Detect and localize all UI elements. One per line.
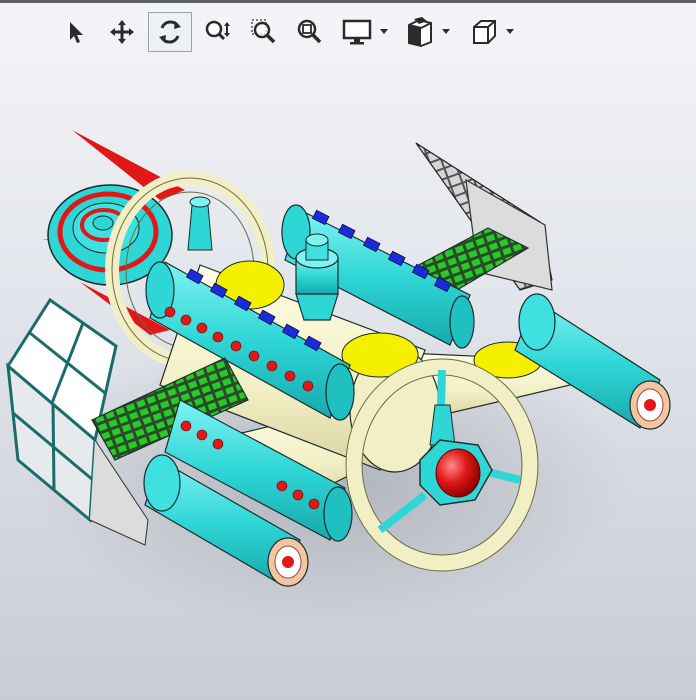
- zoom-to-area-button[interactable]: [244, 12, 284, 52]
- chevron-down-icon: [380, 29, 388, 34]
- chevron-down-icon: [506, 29, 514, 34]
- zoom-in-out-icon: [205, 20, 230, 41]
- view-orientation-button[interactable]: [464, 12, 504, 52]
- section-view-button[interactable]: [400, 12, 440, 52]
- rotate-view-icon: [159, 20, 181, 44]
- zoom-to-fit-icon: [297, 19, 322, 44]
- spaceship-model[interactable]: [0, 60, 696, 700]
- view-cube-icon: [473, 20, 496, 44]
- select-arrow-icon: [70, 22, 83, 43]
- zoom-to-area-icon: [251, 19, 276, 44]
- pan-move-icon: [110, 20, 134, 44]
- rotate-view-button[interactable]: [148, 12, 192, 52]
- display-style-dropdown[interactable]: [378, 29, 390, 35]
- zoom-in-out-button[interactable]: [198, 12, 238, 52]
- display-monitor-icon: [342, 19, 372, 45]
- graphics-viewport[interactable]: [0, 60, 696, 700]
- display-style-button[interactable]: [336, 12, 378, 52]
- pan-button[interactable]: [102, 12, 142, 52]
- view-toolbar: [56, 10, 616, 54]
- select-button[interactable]: [56, 12, 96, 52]
- section-view-icon: [408, 17, 432, 48]
- view-orientation-dropdown[interactable]: [504, 29, 516, 35]
- zoom-to-fit-button[interactable]: [290, 12, 330, 52]
- section-view-dropdown[interactable]: [440, 29, 452, 35]
- chevron-down-icon: [442, 29, 450, 34]
- window-top-border: [0, 0, 696, 3]
